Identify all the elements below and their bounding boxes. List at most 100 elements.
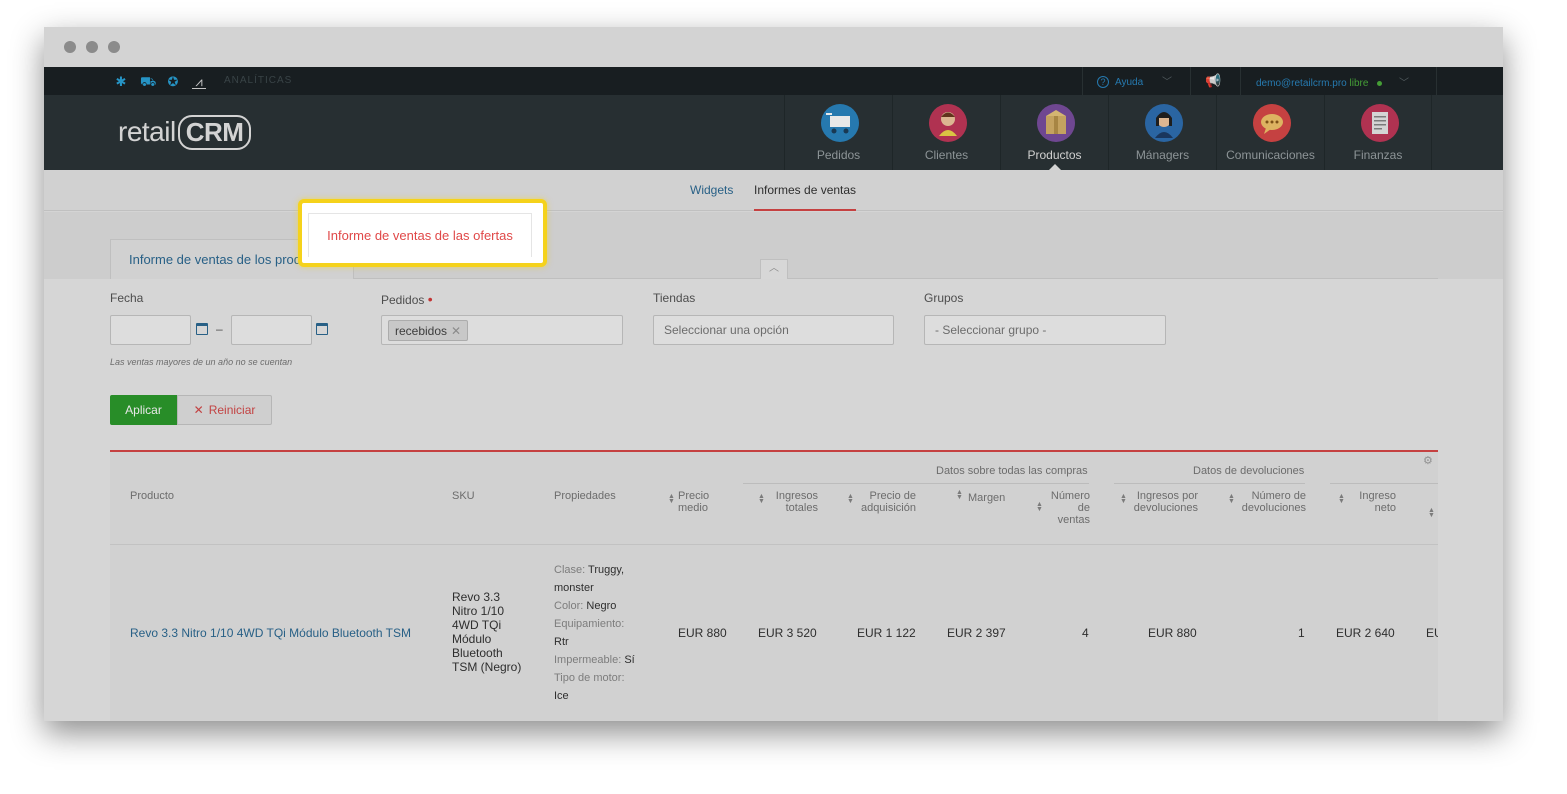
megaphone-icon[interactable]: 📢 [1205,74,1221,88]
sort-icon[interactable]: ▲ ▼ [668,493,675,505]
highlighted-tab-callout: Informe de ventas de las ofertas [298,199,547,267]
user-menu[interactable]: demo@retailcrm.pro libre ﹀ [1256,74,1409,89]
reset-button[interactable]: ✕ Reiniciar [177,395,272,425]
prop-value: Rtr [554,636,569,648]
date-label: Fecha [110,291,144,305]
date-hint: Las ventas mayores de un año no se cuent… [110,357,293,367]
return-income-cell: EUR 880 [1148,626,1197,640]
groups-select[interactable]: - Seleccionar grupo - [924,315,1166,345]
sort-icon[interactable]: ▲ ▼ [847,493,854,505]
sort-icon[interactable]: ▲ ▼ [1228,493,1235,505]
column-header-sku[interactable]: SKU [452,490,475,502]
window-titlebar [44,27,1503,67]
calendar-icon[interactable] [316,323,328,335]
group-underline [1330,483,1438,484]
header-line: Número de [1251,490,1306,502]
cart-icon[interactable]: ⛟ [140,75,156,89]
header-line: devoluciones [1133,502,1198,514]
prop-color: Color: Negro [554,597,644,615]
sort-icon[interactable]: ▲ ▼ [758,493,765,505]
nav-label: Productos [1027,148,1082,162]
nav-item-comunicaciones[interactable]: Comunicaciones [1216,95,1324,170]
receipt-icon [1361,104,1399,142]
nav-label: Comunicaciones [1226,148,1315,162]
nav-label: Finanzas [1353,148,1403,162]
prop-value: Negro [586,600,617,612]
date-to-input[interactable] [231,315,312,345]
column-header-return-count[interactable]: Número de devoluciones [1238,490,1306,514]
chat-bubble-icon [1253,104,1291,142]
shopping-cart-icon [821,104,859,142]
nav-item-pedidos[interactable]: Pedidos [784,95,892,170]
top-utility-bar: ✱ ⛟ ✪ ⩘ ANALÍTICAS ? Ayuda ﹀ 📢 demo@retai… [44,67,1503,95]
analytics-section-label: ANALÍTICAS [224,75,293,86]
retailcrm-logo[interactable]: retail CRM [118,115,252,150]
help-label: Ayuda [1115,77,1144,88]
nav-item-finanzas[interactable]: Finanzas [1324,95,1432,170]
column-header-return-income[interactable]: Ingresos por devoluciones [1130,490,1198,514]
nav-item-clientes[interactable]: Clientes [892,95,1000,170]
sku-line: Revo 3.3 [452,590,501,604]
subnav-sales-reports[interactable]: Informes de ventas [754,183,857,211]
sort-icon[interactable]: ▲ ▼ [1338,493,1345,505]
filters-panel: Fecha – Pedidos • recebidos ✕ Tiendas Sel… [44,279,1503,721]
header-line: Precio [678,490,710,502]
orders-select[interactable]: recebidos ✕ [381,315,623,345]
apply-button[interactable]: Aplicar [110,395,177,425]
header-line: de [1077,502,1090,514]
window-close-dot[interactable] [64,41,76,53]
header-line: Ingresos [775,490,818,502]
tab-offers-report[interactable]: Informe de ventas de las ofertas [308,213,532,257]
properties-cell: Clase: Truggy, monster Color: Negro Equi… [554,561,644,705]
column-header-sales-count[interactable]: Número de ventas [1044,490,1090,526]
return-count-cell: 1 [1298,626,1305,640]
window-maximize-dot[interactable] [108,41,120,53]
settings-cog-icon[interactable]: ✪ [166,75,180,89]
prop-value: Truggy, [588,564,625,576]
settings-gear-icon[interactable]: ✱ [114,75,128,89]
table-settings-gear-icon[interactable]: ⚙ [1423,454,1433,467]
sort-icon[interactable]: ▲ ▼ [1428,507,1435,519]
sort-icon[interactable]: ▲ ▼ [956,489,963,501]
date-from-input[interactable] [110,315,191,345]
nav-item-productos[interactable]: Productos [1000,95,1108,171]
divider [1240,67,1241,95]
column-header-net-income[interactable]: Ingreso neto [1350,490,1396,514]
column-header-avg-price[interactable]: Precio medio [678,490,709,514]
column-header-total-income[interactable]: Ingresos totales [770,490,818,514]
orders-chip: recebidos ✕ [388,320,469,341]
prop-key: Color: [554,600,584,612]
analytics-chart-icon[interactable]: ⩘ [192,75,206,89]
subnav-widgets[interactable]: Widgets [690,183,733,197]
header-line: Precio de [869,490,916,502]
orders-label-text: Pedidos [381,293,425,307]
sort-icon[interactable]: ▲ ▼ [1120,493,1127,505]
remove-chip-icon[interactable]: ✕ [451,324,461,338]
help-circle-icon: ? [1097,76,1109,88]
column-header-properties[interactable]: Propiedades [554,490,616,502]
window-minimize-dot[interactable] [86,41,98,53]
manager-avatar-icon [1145,104,1183,142]
column-header-margin[interactable]: Margen [968,492,1005,504]
total-income-cell: EUR 3 520 [758,626,817,640]
sort-icon[interactable]: ▲ ▼ [1036,501,1043,513]
calendar-icon[interactable] [196,323,208,335]
header-line: Número [1050,490,1090,502]
nav-item-managers[interactable]: Mánagers [1108,95,1216,170]
column-header-product[interactable]: Producto [130,490,174,502]
net-income-cell: EUR 2 640 [1336,626,1395,640]
prop-key: Equipamiento: [554,618,625,630]
sku-line: Bluetooth [452,646,503,660]
help-menu[interactable]: ? Ayuda ﹀ [1097,73,1172,88]
header-line: neto [1374,502,1396,514]
logo-suffix: CRM [177,115,252,150]
column-header-acquisition-price[interactable]: Precio de adquisición [858,490,916,514]
header-line: Ingresos por [1136,490,1198,502]
stores-select[interactable]: Seleccionar una opción [653,315,894,345]
product-name-link[interactable]: Revo 3.3 Nitro 1/10 4WD TQi Módulo Bluet… [130,626,411,640]
collapse-filters-button[interactable]: ︿ [760,259,788,279]
divider [1190,67,1191,95]
sku-line: TSM (Negro) [452,660,522,674]
sku-cell: Revo 3.3 Nitro 1/10 4WD TQi Módulo Bluet… [452,590,532,674]
orders-label: Pedidos • [381,291,433,307]
